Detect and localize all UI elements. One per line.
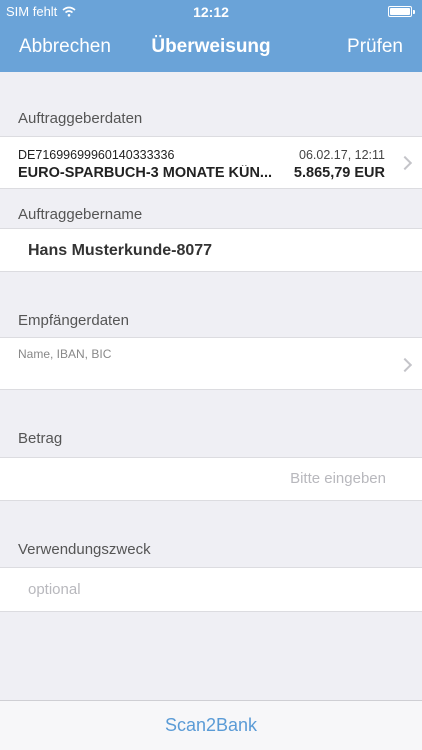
status-bar: SIM fehlt 12:12 xyxy=(0,0,422,24)
recipient-placeholder: Name, IBAN, BIC xyxy=(18,347,112,361)
recipient-row[interactable]: Name, IBAN, BIC xyxy=(0,337,422,390)
sender-name-value: Hans Musterkunde-8077 xyxy=(28,242,213,259)
scan2bank-button[interactable]: Scan2Bank xyxy=(0,715,422,736)
battery-icon xyxy=(388,6,415,17)
sender-name-label: Auftraggebername xyxy=(18,206,143,223)
sender-date: 06.02.17, 12:11 xyxy=(299,148,385,162)
purpose-section-label: Verwendungszweck xyxy=(18,541,151,558)
sender-account-name: EURO-SPARBUCH-3 MONATE KÜN... xyxy=(18,165,273,181)
chevron-right-icon xyxy=(397,155,413,171)
top-bar: SIM fehlt 12:12 Abbrechen Überweisung Pr… xyxy=(0,0,422,72)
status-time: 12:12 xyxy=(193,4,229,20)
chevron-right-icon xyxy=(397,357,413,373)
purpose-field[interactable]: optional xyxy=(0,567,422,612)
purpose-placeholder: optional xyxy=(28,581,81,598)
navigation-bar: Abbrechen Überweisung Prüfen xyxy=(0,28,422,68)
sender-name-field[interactable]: Hans Musterkunde-8077 xyxy=(0,228,422,272)
amount-section-label: Betrag xyxy=(18,430,63,447)
sender-account-row[interactable]: DE71699699960140333336 06.02.17, 12:11 E… xyxy=(0,136,422,189)
recipient-section-label: Empfängerdaten xyxy=(18,312,129,329)
amount-field[interactable]: Bitte eingeben xyxy=(0,457,422,501)
sender-balance: 5.865,79 EUR xyxy=(293,165,385,181)
sender-iban: DE71699699960140333336 xyxy=(18,148,175,162)
amount-placeholder: Bitte eingeben xyxy=(290,470,386,487)
sender-section-label: Auftraggeberdaten xyxy=(18,110,143,127)
bottom-toolbar: Scan2Bank xyxy=(0,700,422,750)
check-button[interactable]: Prüfen xyxy=(347,36,403,58)
